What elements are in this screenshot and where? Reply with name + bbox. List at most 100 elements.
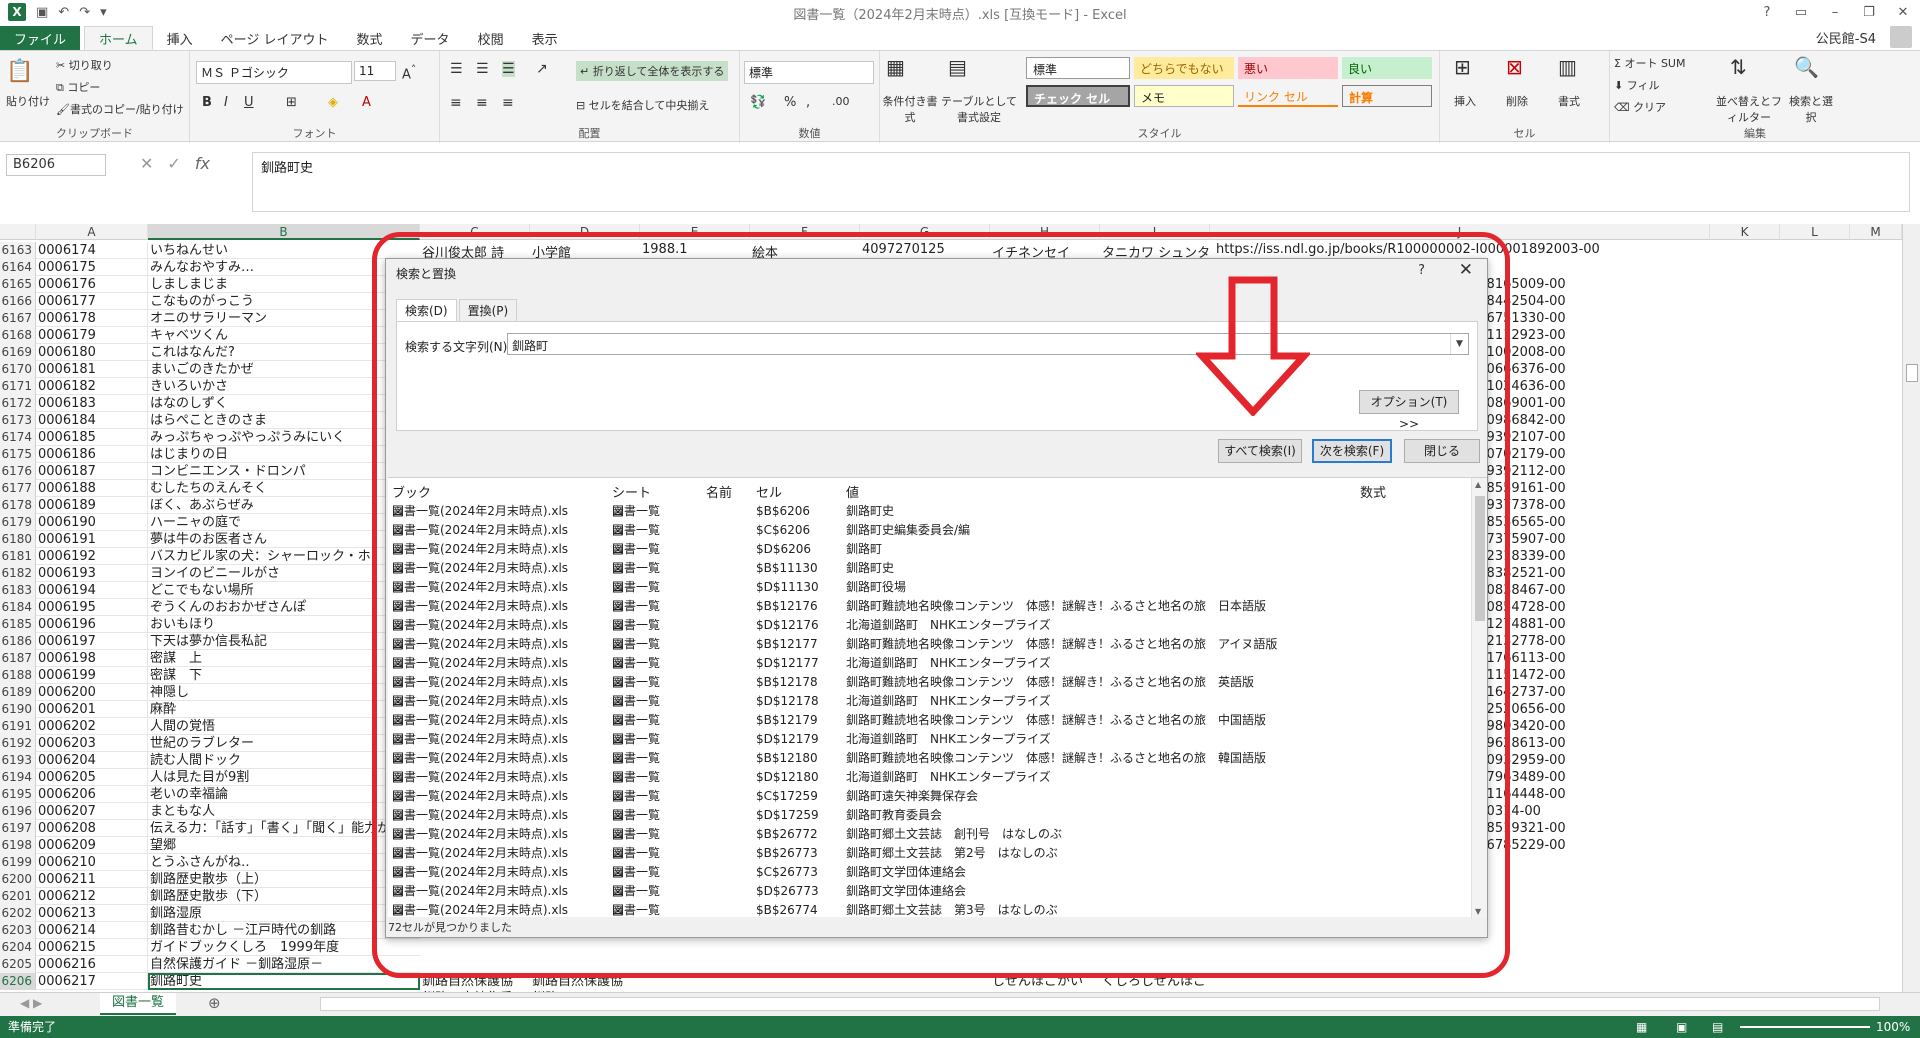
cell[interactable]: 009803420-00 bbox=[1470, 718, 1710, 735]
cell[interactable]: 009628613-00 bbox=[1470, 735, 1710, 752]
row-number[interactable]: 6163 bbox=[0, 242, 36, 259]
list-item[interactable]: ▤ 図書一覧(2024年2月末時点).xls ▤ 図書一覧 $B$12177 釧路町難読地… bbox=[388, 635, 1468, 654]
cancel-icon[interactable]: ✕ bbox=[140, 154, 153, 173]
cell[interactable] bbox=[1470, 888, 1710, 905]
cell[interactable]: 0006203 bbox=[36, 735, 148, 752]
cell[interactable]: 老いの幸福論 bbox=[148, 786, 420, 803]
scroll-thumb[interactable] bbox=[1906, 364, 1918, 382]
underline-button[interactable]: U bbox=[244, 95, 254, 110]
row-number[interactable]: 6205 bbox=[0, 956, 36, 973]
find-next-button[interactable]: 次を検索(F) bbox=[1312, 439, 1392, 463]
cell[interactable]: 011274881-00 bbox=[1470, 616, 1710, 633]
row-number[interactable]: 6165 bbox=[0, 276, 36, 293]
style-calculation[interactable]: 計算 bbox=[1342, 85, 1432, 107]
cell[interactable]: 釧路歴史散歩（下） bbox=[148, 888, 420, 905]
options-button[interactable]: オプション(T) >> bbox=[1359, 390, 1459, 431]
cell[interactable]: きいろいかさ bbox=[148, 378, 420, 395]
cell[interactable]: 0006215 bbox=[36, 939, 148, 956]
list-item[interactable]: ▤ 図書一覧(2024年2月末時点).xls ▤ 図書一覧 $B$12180 釧路町難読地… bbox=[388, 749, 1468, 768]
cell[interactable]: 0006192 bbox=[36, 548, 148, 565]
fill-color-icon[interactable]: ◈ bbox=[328, 95, 338, 110]
cell[interactable]: 008559161-00 bbox=[1470, 480, 1710, 497]
font-color-icon[interactable]: A bbox=[362, 95, 371, 110]
cell[interactable]: 0006179 bbox=[36, 327, 148, 344]
cell[interactable] bbox=[1470, 956, 1710, 973]
restore-icon[interactable]: ❐ bbox=[1852, 0, 1886, 24]
tab-page-layout[interactable]: ページ レイアウト bbox=[207, 26, 343, 50]
cell[interactable]: みんなおやすみ… bbox=[148, 259, 420, 276]
column-header[interactable]: I bbox=[1100, 224, 1210, 240]
cell[interactable]: 0006213 bbox=[36, 905, 148, 922]
row-number[interactable]: 6180 bbox=[0, 531, 36, 548]
cell[interactable]: 010869001-00 bbox=[1470, 395, 1710, 412]
cell[interactable]: 釧路歴史散歩（上） bbox=[148, 871, 420, 888]
list-item[interactable]: ▤ 図書一覧(2024年2月末時点).xls ▤ 図書一覧 $B$11130 釧路町史 bbox=[388, 559, 1468, 578]
cell[interactable]: 0006175 bbox=[36, 259, 148, 276]
cell[interactable]: 002520656-00 bbox=[1470, 701, 1710, 718]
cell[interactable]: 0006214 bbox=[36, 922, 148, 939]
column-header[interactable]: M bbox=[1850, 224, 1902, 240]
column-header[interactable]: H bbox=[990, 224, 1100, 240]
row-number[interactable]: 6195 bbox=[0, 786, 36, 803]
row-number[interactable]: 6177 bbox=[0, 480, 36, 497]
style-bad[interactable]: 悪い bbox=[1238, 57, 1338, 79]
align-middle-icon[interactable]: ☰ bbox=[476, 61, 489, 77]
copy-button[interactable]: ⧉ コピー bbox=[56, 79, 100, 95]
row-number[interactable]: 6190 bbox=[0, 701, 36, 718]
cell[interactable]: 0006206 bbox=[36, 786, 148, 803]
cell[interactable]: 011002008-00 bbox=[1470, 344, 1710, 361]
cell[interactable]: 0006205 bbox=[36, 769, 148, 786]
find-all-button[interactable]: すべて検索(I) bbox=[1218, 439, 1302, 463]
row-number[interactable]: 6197 bbox=[0, 820, 36, 837]
cell[interactable]: 0006198 bbox=[36, 650, 148, 667]
row-number[interactable]: 6175 bbox=[0, 446, 36, 463]
row-number[interactable]: 6181 bbox=[0, 548, 36, 565]
scroll-down-icon[interactable]: ▼ bbox=[1475, 907, 1481, 916]
orientation-icon[interactable]: ↗ bbox=[536, 61, 548, 77]
cell[interactable]: 001766113-00 bbox=[1470, 650, 1710, 667]
cell[interactable]: まいごのきたかぜ bbox=[148, 361, 420, 378]
insert-cells-icon[interactable]: ⊞ bbox=[1454, 55, 1471, 79]
wrap-text-button[interactable]: ↵ 折り返して全体を表示する bbox=[576, 61, 729, 81]
cut-button[interactable]: ✂ 切り取り bbox=[56, 57, 113, 73]
row-number[interactable]: 6196 bbox=[0, 803, 36, 820]
close-button[interactable]: 閉じる bbox=[1404, 439, 1480, 463]
results-scroll-thumb[interactable] bbox=[1475, 496, 1485, 621]
delete-cells-icon[interactable]: ⊠ bbox=[1506, 55, 1523, 79]
list-item[interactable]: ▤ 図書一覧(2024年2月末時点).xls ▤ 図書一覧 $B$26774 釧路町郷土文… bbox=[388, 901, 1468, 920]
row-number[interactable]: 6188 bbox=[0, 667, 36, 684]
cell[interactable]: 密謀 上 bbox=[148, 650, 420, 667]
list-item[interactable]: ▤ 図書一覧(2024年2月末時点).xls ▤ 図書一覧 $D$12179 北海道釧路町… bbox=[388, 730, 1468, 749]
clear-button[interactable]: ⌫ クリア bbox=[1614, 99, 1666, 115]
header-formula[interactable]: 数式 bbox=[1360, 482, 1386, 501]
cell[interactable]: 0006191 bbox=[36, 531, 148, 548]
conditional-format-button[interactable]: 条件付き書式 bbox=[880, 93, 940, 125]
align-center-icon[interactable]: ≡ bbox=[476, 95, 488, 111]
row-number[interactable]: 6194 bbox=[0, 769, 36, 786]
row-number[interactable]: 6185 bbox=[0, 616, 36, 633]
cell[interactable]: 0006188 bbox=[36, 480, 148, 497]
tab-formulas[interactable]: 数式 bbox=[343, 26, 397, 50]
header-value[interactable]: 値 bbox=[846, 482, 859, 501]
normal-view-icon[interactable]: ▦ bbox=[1636, 1016, 1647, 1038]
row-number[interactable]: 6199 bbox=[0, 854, 36, 871]
cell[interactable]: 釧路湿原 bbox=[148, 905, 420, 922]
cell[interactable]: これはなんだ? bbox=[148, 344, 420, 361]
format-cells-button[interactable]: 書式 bbox=[1558, 93, 1580, 109]
tab-data[interactable]: データ bbox=[397, 26, 464, 50]
enter-icon[interactable]: ✓ bbox=[167, 154, 180, 173]
cell[interactable]: 自然保護ガイド －釧路湿原－ bbox=[148, 956, 420, 973]
user-name[interactable]: 公民館-S4 bbox=[1816, 28, 1876, 47]
style-note[interactable]: メモ bbox=[1134, 85, 1234, 107]
cell[interactable]: 001151472-00 bbox=[1470, 667, 1710, 684]
grow-font-icon[interactable]: A˄ bbox=[402, 63, 416, 82]
cell[interactable]: ガイドブックくしろ 1999年度 bbox=[148, 939, 420, 956]
list-item[interactable]: ▤ 図書一覧(2024年2月末時点).xls ▤ 図書一覧 $B$12176 釧路町難読地… bbox=[388, 597, 1468, 616]
minimize-icon[interactable]: – bbox=[1818, 0, 1852, 24]
list-item[interactable]: ▤ 図書一覧(2024年2月末時点).xls ▤ 図書一覧 $D$11130 釧路町役場 bbox=[388, 578, 1468, 597]
window-close-icon[interactable]: ✕ bbox=[1886, 0, 1920, 24]
style-linked-cell[interactable]: リンク セル bbox=[1238, 85, 1338, 107]
font-name-select[interactable]: ＭＳ Ｐゴシック bbox=[196, 61, 352, 84]
cell[interactable] bbox=[1470, 939, 1710, 956]
row-number[interactable]: 6178 bbox=[0, 497, 36, 514]
